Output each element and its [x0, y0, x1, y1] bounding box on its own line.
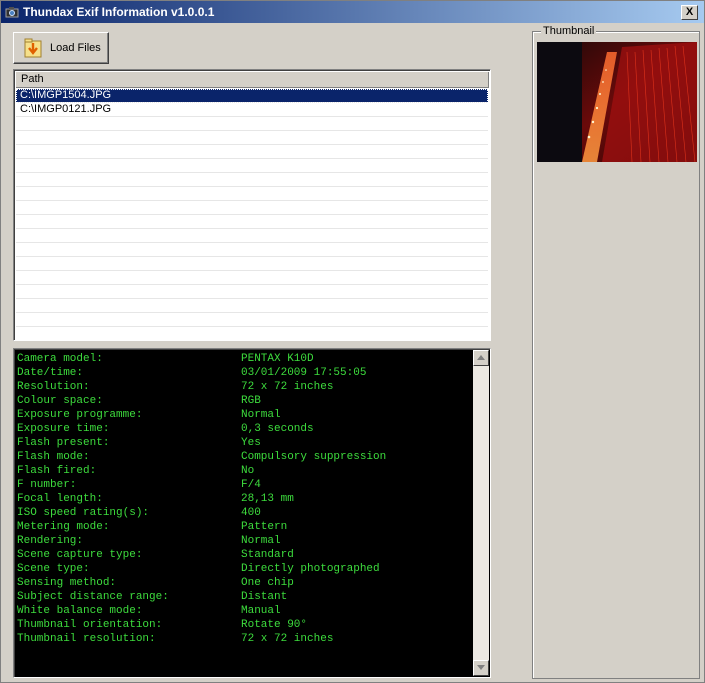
column-header-label: Path: [21, 73, 44, 85]
exif-value: Rotate 90°: [241, 619, 308, 631]
exif-value: Standard: [241, 549, 294, 561]
main-window: Thundax Exif Information v1.0.0.1 X Load…: [0, 0, 705, 683]
empty-row: [16, 243, 488, 257]
exif-value: PENTAX K10D: [241, 353, 314, 365]
exif-value: 28,13 mm: [241, 493, 294, 505]
exif-label: Colour space:: [17, 395, 103, 407]
window-title: Thundax Exif Information v1.0.0.1: [23, 5, 215, 19]
exif-label: White balance mode:: [17, 605, 143, 617]
empty-row: [16, 145, 488, 159]
empty-row: [16, 327, 488, 340]
exif-label: Camera model:: [17, 353, 103, 365]
empty-row: [16, 215, 488, 229]
exif-label: Resolution:: [17, 381, 90, 393]
file-row[interactable]: C:\IMGP0121.JPG: [16, 103, 488, 117]
arrow-up-icon: [477, 355, 485, 360]
exif-value: No: [241, 465, 255, 477]
exif-value: One chip: [241, 577, 294, 589]
empty-row: [16, 131, 488, 145]
empty-row: [16, 285, 488, 299]
exif-value: 03/01/2009 17:55:05: [241, 367, 367, 379]
exif-value: Normal: [241, 409, 281, 421]
exif-label: Thumbnail resolution:: [17, 633, 156, 645]
close-icon: X: [685, 6, 694, 18]
empty-row: [16, 299, 488, 313]
close-button[interactable]: X: [681, 5, 698, 20]
empty-row: [16, 201, 488, 215]
empty-row: [16, 229, 488, 243]
exif-label: Metering mode:: [17, 521, 110, 533]
thumbnail-group: Thumbnail: [532, 25, 700, 679]
exif-label: Scene type:: [17, 563, 90, 575]
memo-scrollbar[interactable]: [473, 350, 489, 676]
exif-label: Flash present:: [17, 437, 110, 449]
exif-label: Rendering:: [17, 535, 84, 547]
empty-row: [16, 117, 488, 131]
exif-label: ISO speed rating(s):: [17, 507, 150, 519]
camera-icon: [5, 7, 19, 18]
exif-label: Subject distance range:: [17, 591, 169, 603]
thumbnail-image: [537, 42, 697, 162]
load-files-label: Load Files: [50, 42, 101, 54]
exif-value: Directly photographed: [241, 563, 380, 575]
empty-row: [16, 313, 488, 327]
exif-value: Manual: [241, 605, 281, 617]
exif-value: Compulsory suppression: [241, 451, 387, 463]
exif-label: F number:: [17, 479, 77, 491]
exif-value: Distant: [241, 591, 288, 603]
scroll-down-button[interactable]: [473, 660, 489, 676]
exif-value: 400: [241, 507, 261, 519]
exif-label: Thumbnail orientation:: [17, 619, 163, 631]
exif-value: 72 x 72 inches: [241, 633, 334, 645]
exif-label: Date/time:: [17, 367, 84, 379]
exif-value: RGB: [241, 395, 261, 407]
folder-download-icon: [24, 38, 42, 58]
empty-row: [16, 187, 488, 201]
scroll-up-button[interactable]: [473, 350, 489, 366]
arrow-down-icon: [477, 665, 485, 670]
exif-info-memo[interactable]: Camera model: PENTAX K10D Date/time: 03/01…: [13, 348, 491, 678]
exif-label: Scene capture type:: [17, 549, 143, 561]
exif-label: Focal length:: [17, 493, 103, 505]
exif-value: 72 x 72 inches: [241, 381, 334, 393]
exif-value: Pattern: [241, 521, 288, 533]
empty-row: [16, 257, 488, 271]
load-files-button[interactable]: Load Files: [13, 32, 109, 64]
exif-label: Flash fired:: [17, 465, 97, 477]
empty-row: [16, 159, 488, 173]
thumbnail-legend: Thumbnail: [541, 25, 597, 37]
column-header-path[interactable]: Path: [16, 72, 489, 88]
exif-label: Exposure programme:: [17, 409, 143, 421]
exif-value: 0,3 seconds: [241, 423, 314, 435]
empty-row: [16, 173, 488, 187]
exif-label: Flash mode:: [17, 451, 90, 463]
exif-value: Normal: [241, 535, 281, 547]
empty-row: [16, 271, 488, 285]
exif-label: Exposure time:: [17, 423, 110, 435]
title-bar[interactable]: Thundax Exif Information v1.0.0.1 X: [1, 1, 704, 23]
file-list-rows: C:\IMGP1504.JPG C:\IMGP0121.JPG: [16, 89, 488, 340]
exif-value: Yes: [241, 437, 261, 449]
file-list[interactable]: Path C:\IMGP1504.JPG C:\IMGP0121.JPG: [13, 69, 491, 341]
file-row[interactable]: C:\IMGP1504.JPG: [16, 89, 488, 103]
exif-value: F/4: [241, 479, 261, 491]
exif-label: Sensing method:: [17, 577, 117, 589]
